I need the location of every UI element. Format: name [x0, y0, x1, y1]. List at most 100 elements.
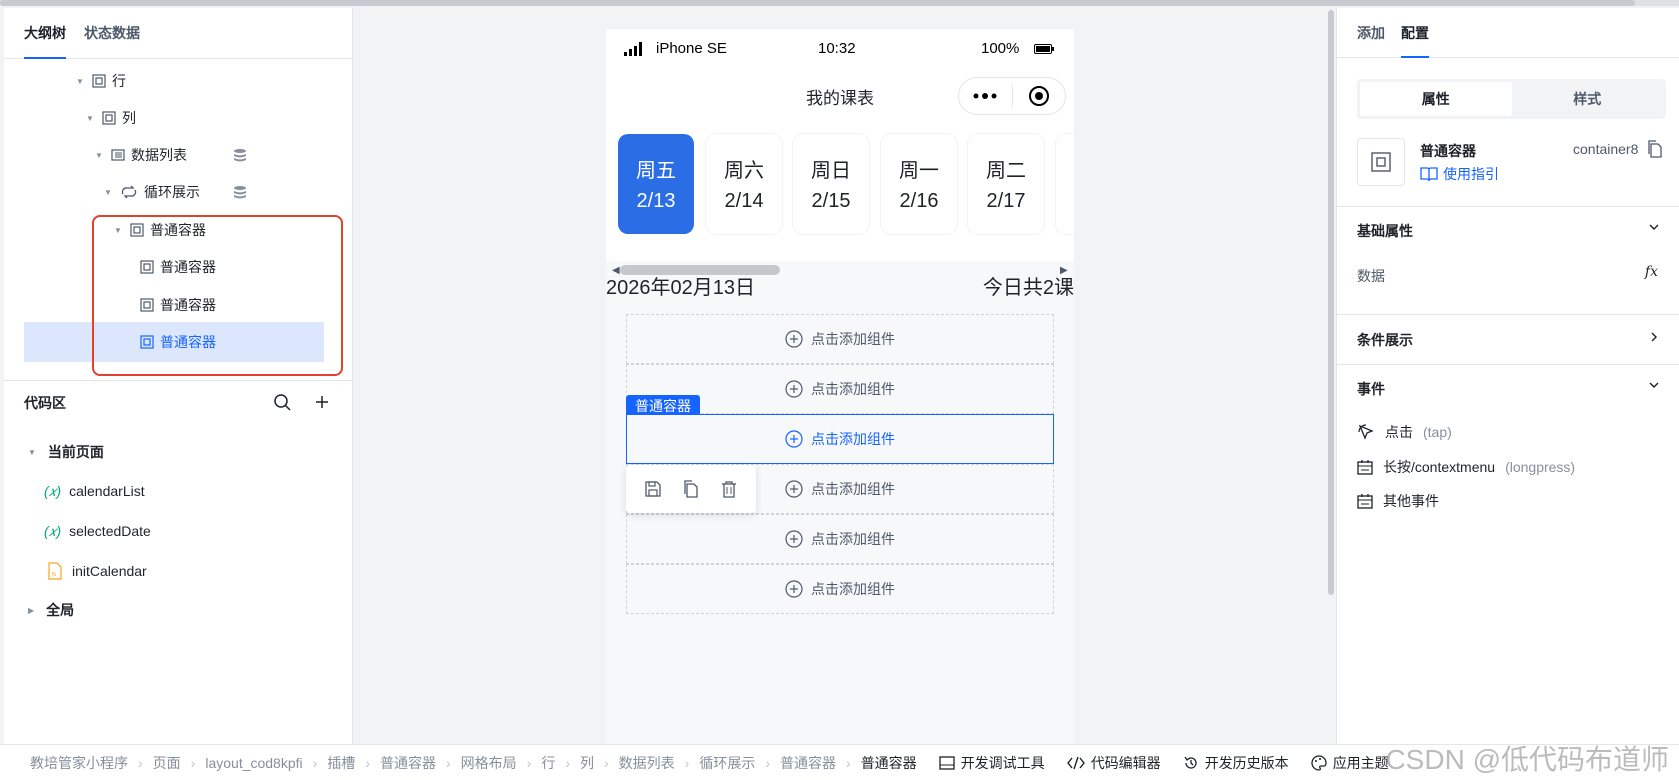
day-date: 2/16 [899, 190, 939, 212]
vertical-scrollbar[interactable] [1328, 10, 1334, 595]
section-title: 事件 [1357, 381, 1385, 397]
event-hint: (tap) [1423, 424, 1452, 440]
segment-properties[interactable]: 属性 [1360, 82, 1512, 116]
code-group-current[interactable]: ▼ 当前页面 [28, 432, 104, 472]
caret-right-icon[interactable]: ▶ [28, 606, 34, 615]
config-segment: 属性 样式 [1357, 79, 1666, 119]
tree-node-label: 普通容器 [160, 334, 216, 350]
data-label: 数据 [1357, 268, 1385, 284]
event-tap[interactable]: 点击 (tap) [1357, 422, 1452, 442]
tab-config[interactable]: 配置 [1401, 8, 1429, 58]
palette-icon [1311, 754, 1327, 771]
event-label: 其他事件 [1383, 493, 1439, 509]
breadcrumb-item[interactable]: 教培管家小程序 [30, 753, 128, 773]
plus-icon[interactable] [313, 393, 331, 411]
more-dots-icon[interactable] [959, 93, 1012, 99]
breadcrumb-item[interactable]: 插槽 [327, 753, 355, 773]
day-date: 2/17 [986, 190, 1026, 212]
plus-circle-icon [785, 430, 803, 448]
event-other[interactable]: 其他事件 [1357, 491, 1439, 511]
event-hint: (longpress) [1505, 459, 1576, 475]
tree-node-container[interactable]: 普通容器 [140, 247, 216, 287]
caret-down-icon[interactable]: ▼ [114, 226, 124, 235]
breadcrumb-item[interactable]: 网格布局 [461, 753, 517, 773]
day-date: 2/14 [724, 190, 764, 212]
tool-label: 应用主题 [1332, 754, 1389, 771]
day-item-partial[interactable] [1056, 134, 1074, 234]
tree-node-data-list[interactable]: ▼ 数据列表 [95, 135, 355, 175]
caret-down-icon[interactable]: ▼ [95, 151, 105, 160]
event-longpress[interactable]: 长按/contextmenu (longpress) [1357, 457, 1575, 477]
chevron-right-icon[interactable] [1648, 331, 1660, 343]
delete-icon[interactable] [720, 480, 738, 498]
theme-button[interactable]: 应用主题 [1311, 753, 1389, 773]
tree-node-loop[interactable]: ▼ 循环展示 [104, 172, 354, 212]
copy-icon[interactable] [682, 480, 700, 498]
caret-down-icon[interactable]: ▼ [28, 448, 36, 457]
caret-down-icon[interactable]: ▼ [76, 77, 86, 86]
fx-icon[interactable]: fx [1645, 264, 1658, 280]
search-icon[interactable] [273, 393, 291, 411]
breadcrumb-item[interactable]: 普通容器 [380, 753, 436, 773]
tab-state-data[interactable]: 状态数据 [84, 8, 140, 58]
breadcrumb-item[interactable]: 循环展示 [699, 753, 755, 773]
breadcrumb-item[interactable]: 行 [541, 753, 555, 773]
history-icon [1183, 755, 1199, 771]
tree-node-label: 数据列表 [131, 147, 187, 163]
tree-node-container-selected[interactable]: 普通容器 [24, 322, 324, 362]
event-label: 长按/contextmenu [1383, 459, 1496, 475]
history-button[interactable]: 开发历史版本 [1183, 753, 1289, 773]
day-date: 2/13 [636, 190, 676, 212]
tree-node-container[interactable]: 普通容器 [140, 285, 216, 325]
tab-outline-tree[interactable]: 大纲树 [24, 8, 66, 59]
component-thumbnail [1357, 138, 1405, 186]
breadcrumb-item-current[interactable]: 普通容器 [861, 753, 917, 773]
code-group-label: 全局 [46, 602, 75, 618]
component-id: container8 [1573, 141, 1639, 157]
code-area-header: 代码区 [4, 380, 353, 424]
add-component-slot[interactable]: 点击添加组件 [626, 314, 1054, 364]
caret-down-icon[interactable]: ▼ [104, 188, 114, 197]
top-scrollbar[interactable] [0, 0, 1679, 6]
add-component-slot[interactable]: 点击添加组件 [626, 514, 1054, 564]
close-capsule-icon[interactable] [1012, 85, 1065, 107]
breadcrumb-item[interactable]: 页面 [153, 753, 181, 773]
code-item-initcalendar[interactable]: JS initCalendar [48, 551, 147, 591]
tree-node-container[interactable]: ▼ 普通容器 [114, 210, 206, 250]
tree-node-col[interactable]: ▼ 列 [86, 98, 136, 138]
day-selector: 周五 2/13 周六 2/14 周日 2/15 周一 2/16 周二 2/17 … [606, 121, 1074, 276]
day-week: 周一 [899, 160, 939, 182]
nav-bar: 我的课表 [606, 69, 1074, 121]
add-component-slot-selected[interactable]: 点击添加组件 [626, 414, 1054, 464]
breadcrumb-item[interactable]: 数据列表 [619, 753, 675, 773]
code-item-calendarlist[interactable]: (𝑥) calendarList [44, 471, 145, 511]
breadcrumb-item[interactable]: layout_cod8kpfi [205, 755, 302, 771]
copy-id-icon[interactable] [1647, 140, 1663, 158]
code-editor-button[interactable]: 代码编辑器 [1066, 753, 1161, 773]
caret-down-icon[interactable]: ▼ [86, 114, 96, 123]
usage-guide-link[interactable]: 使用指引 [1420, 164, 1499, 184]
code-group-global[interactable]: ▶ 全局 [28, 590, 74, 630]
chevron-down-icon[interactable] [1648, 221, 1660, 233]
day-item[interactable]: 周日 2/15 [793, 134, 869, 234]
day-item[interactable]: 周一 2/16 [881, 134, 957, 234]
save-icon[interactable] [644, 480, 662, 498]
add-component-slot[interactable]: 点击添加组件 [626, 564, 1054, 614]
dev-tools-button[interactable]: 开发调试工具 [939, 753, 1045, 773]
calendar-icon [1357, 493, 1373, 509]
tab-add[interactable]: 添加 [1357, 8, 1385, 57]
day-item[interactable]: 周六 2/14 [706, 134, 782, 234]
component-name: 普通容器 [1420, 143, 1476, 159]
plus-circle-icon [785, 580, 803, 598]
breadcrumb-item[interactable]: 普通容器 [780, 753, 836, 773]
breadcrumb-item[interactable]: 列 [580, 753, 594, 773]
day-item[interactable]: 周二 2/17 [968, 134, 1044, 234]
tree-node-row[interactable]: ▼ 行 [76, 61, 126, 101]
condition-section[interactable]: 条件展示 [1337, 314, 1679, 364]
code-item-label: initCalendar [72, 563, 147, 579]
code-item-selecteddate[interactable]: (𝑥) selectedDate [44, 511, 151, 551]
chevron-down-icon[interactable] [1648, 379, 1660, 391]
design-canvas: iPhone SE 10:32 100% 我的课表 周五 2/13 周六 2/1… [354, 8, 1334, 744]
segment-styles[interactable]: 样式 [1512, 82, 1664, 116]
day-item-selected[interactable]: 周五 2/13 [618, 134, 694, 234]
